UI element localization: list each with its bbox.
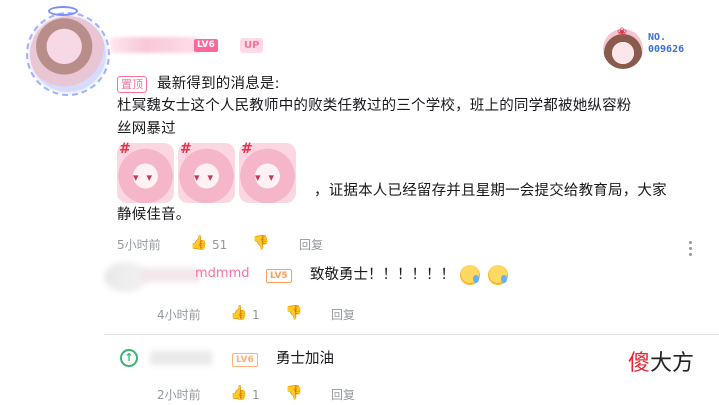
- angry-sticker: # ▾▾: [239, 141, 296, 203]
- reply-timestamp: 4小时前: [157, 308, 201, 322]
- reply-level-badge: LV6: [232, 353, 258, 367]
- like-count: 1: [252, 308, 260, 322]
- fan-medal-icon: ❀: [603, 25, 643, 69]
- reply-level-badge: LV5: [266, 269, 292, 283]
- reply-text: 勇士加油: [276, 351, 334, 367]
- reply-username[interactable]: mdmmd: [195, 266, 250, 281]
- reply-username-redacted[interactable]: [140, 268, 200, 282]
- avatar-frame: [26, 12, 110, 96]
- sweat-smile-emoji-icon: [488, 265, 508, 285]
- arrow-up-circle-icon: ↑: [120, 349, 138, 367]
- comment-text-line: 最新得到的消息是:: [157, 76, 280, 92]
- like-count: 51: [212, 238, 228, 252]
- reply-button[interactable]: 回复: [331, 387, 355, 403]
- comment-text-line: ，证据本人已经留存并且星期一会提交给教育局，大家: [314, 183, 667, 199]
- comment-text-line: 丝网暴过: [117, 121, 176, 137]
- like-icon[interactable]: 👍: [190, 235, 207, 251]
- comment-text-line: 杜冥魏女士这个人民教师中的败类任教过的三个学校，班上的同学都被她纵容粉: [117, 98, 632, 114]
- like-count: 1: [252, 388, 260, 402]
- username-redacted[interactable]: [110, 37, 200, 53]
- comment-text-line: 静候佳音。: [117, 207, 191, 223]
- angry-sticker: # ▾▾: [178, 141, 235, 203]
- dislike-icon[interactable]: 👎: [285, 305, 302, 321]
- user-avatar[interactable]: [26, 6, 110, 96]
- dislike-icon[interactable]: 👎: [252, 235, 269, 251]
- reply-timestamp: 2小时前: [157, 388, 201, 402]
- like-icon[interactable]: 👍: [230, 385, 247, 401]
- fan-number: NO. 009626: [648, 32, 685, 55]
- reply-button[interactable]: 回复: [299, 237, 323, 253]
- comment-timestamp: 5小时前: [117, 238, 161, 252]
- reply-text: 致敬勇士！！！！！！: [310, 267, 455, 283]
- pinned-badge: 置顶: [117, 76, 147, 93]
- bow-icon: ❀: [617, 25, 628, 39]
- halo-icon: [48, 6, 78, 16]
- sweat-smile-emoji-icon: [460, 265, 480, 285]
- up-badge: UP: [240, 38, 264, 53]
- more-options-icon[interactable]: [689, 241, 693, 257]
- angry-sticker: # ▾▾: [117, 141, 174, 203]
- like-icon[interactable]: 👍: [230, 305, 247, 321]
- watermark: 傻大方: [628, 351, 695, 376]
- divider: [104, 334, 719, 335]
- level-badge: LV6: [194, 39, 218, 52]
- dislike-icon[interactable]: 👎: [285, 385, 302, 401]
- reply-button[interactable]: 回复: [331, 307, 355, 323]
- reply-username-redacted[interactable]: [150, 351, 212, 365]
